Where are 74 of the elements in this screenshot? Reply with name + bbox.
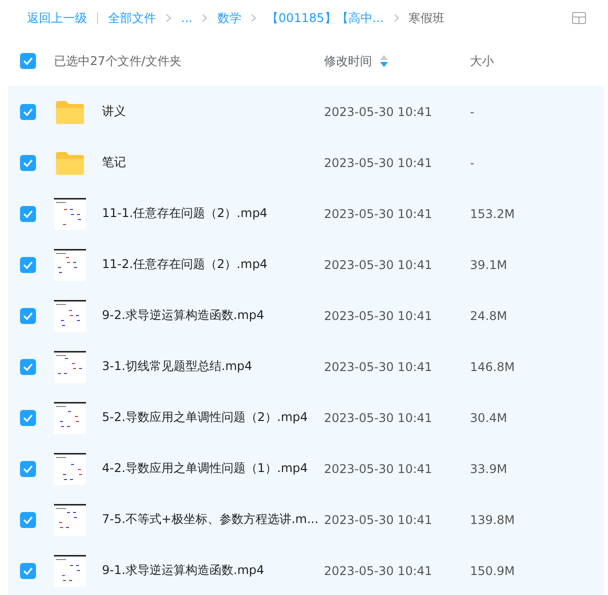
file-name: 5-2.导数应用之单调性问题（2）.mp4 (102, 409, 309, 426)
file-size: - (470, 104, 474, 118)
column-header[interactable]: 修改时间 (324, 52, 372, 70)
file-row[interactable]: 笔记 2023-05-30 10:41 - (8, 137, 604, 188)
modified-time: 2023-05-30 10:41 (324, 156, 434, 170)
chevron-icon (394, 14, 399, 22)
file-row[interactable]: 9-2.求导逆运算构造函数.mp4 2023-05-30 10:41 24.8M (8, 290, 604, 341)
file-row[interactable]: 3-1.切线常见题型总结.mp4 2023-05-30 10:41 146.8M (8, 341, 604, 392)
current-folder-label[interactable]: 寒假班 (408, 10, 445, 26)
file-name: 3-1.切线常见题型总结.mp4 (102, 358, 254, 375)
file-size: 39.1M (470, 258, 508, 272)
sort-icon[interactable] (380, 55, 388, 67)
checkmark-icon (23, 108, 33, 116)
file-row[interactable]: 9-1.求导逆运算构造函数.mp4 2023-05-30 10:41 150.9M (8, 545, 604, 595)
file-row[interactable]: 11-2.任意存在问题（2）.mp4 2023-05-30 10:41 39.1M (8, 239, 604, 290)
checkbox[interactable] (20, 256, 36, 272)
file-size: 146.8M (470, 360, 515, 374)
file-size: 33.9M (470, 462, 508, 476)
modified-time: 2023-05-30 10:41 (324, 206, 434, 220)
file-size: - (470, 156, 474, 170)
grid-view-icon[interactable] (572, 12, 586, 24)
file-row[interactable]: 4-2.导数应用之单调性问题（1）.mp4 2023-05-30 10:41 33.9M (8, 443, 604, 494)
checkmark-icon (23, 414, 33, 422)
file-name: 11-1.任意存在问题（2）.mp4 (102, 205, 268, 222)
file-size: 24.8M (470, 308, 508, 322)
file-size: 30.4M (470, 410, 508, 424)
checkbox[interactable] (20, 358, 36, 374)
file-size: 139.8M (470, 512, 515, 526)
file-row[interactable]: 讲义 2023-05-30 10:41 - (8, 86, 604, 137)
modified-time: 2023-05-30 10:41 (324, 308, 434, 322)
checkbox[interactable] (20, 410, 36, 426)
file-name: 11-2.任意存在问题（2）.mp4 (102, 256, 268, 273)
modified-time: 2023-05-30 10:41 (324, 360, 434, 374)
file-size: 150.9M (470, 564, 515, 578)
column-header[interactable]: 大小 (470, 52, 494, 70)
file-name: 7-5.不等式+极坐标、参数方程选讲.m... (102, 511, 320, 528)
checkbox[interactable] (20, 104, 36, 120)
file-name: 笔记 (102, 154, 127, 171)
checkmark-icon (23, 362, 33, 370)
checkmark-icon (23, 516, 33, 524)
folder-icon (56, 150, 84, 174)
chevron-icon (166, 14, 171, 22)
file-name: 讲义 (102, 103, 127, 120)
folder-icon (56, 100, 84, 124)
selection-count: 已选中27个文件/文件夹 (54, 52, 182, 70)
checkbox[interactable] (20, 562, 36, 578)
checkbox[interactable] (20, 308, 36, 324)
modified-time: 2023-05-30 10:41 (324, 462, 434, 476)
modified-time: 2023-05-30 10:41 (324, 410, 434, 424)
checkmark-icon (23, 260, 33, 268)
checkmark-icon (23, 210, 33, 218)
checkbox[interactable] (20, 53, 36, 69)
file-row[interactable]: 5-2.导数应用之单调性问题（2）.mp4 2023-05-30 10:41 30.4M (8, 392, 604, 443)
checkmark-icon (23, 464, 33, 472)
file-row[interactable]: 11-1.任意存在问题（2）.mp4 2023-05-30 10:41 153.2M (8, 188, 604, 239)
file-name: 9-1.求导逆运算构造函数.mp4 (102, 562, 266, 579)
checkmark-icon (23, 312, 33, 320)
checkmark-icon (23, 566, 33, 574)
file-name: 9-2.求导逆运算构造函数.mp4 (102, 307, 266, 324)
checkmark-icon (23, 158, 33, 166)
file-size: 153.2M (470, 206, 515, 220)
checkbox[interactable] (20, 460, 36, 476)
checkbox[interactable] (20, 512, 36, 528)
chevron-icon (202, 14, 208, 22)
checkbox[interactable] (20, 206, 36, 222)
modified-time: 2023-05-30 10:41 (324, 512, 434, 526)
chevron-icon (251, 14, 256, 22)
file-row[interactable]: 7-5.不等式+极坐标、参数方程选讲.m... 2023-05-30 10:41 139.8M (8, 494, 604, 545)
checkmark-icon (23, 57, 33, 65)
modified-time: 2023-05-30 10:41 (324, 104, 434, 118)
modified-time: 2023-05-30 10:41 (324, 258, 434, 272)
checkbox[interactable] (20, 154, 36, 170)
modified-time: 2023-05-30 10:41 (324, 564, 434, 578)
file-name: 4-2.导数应用之单调性问题（1）.mp4 (102, 460, 309, 477)
